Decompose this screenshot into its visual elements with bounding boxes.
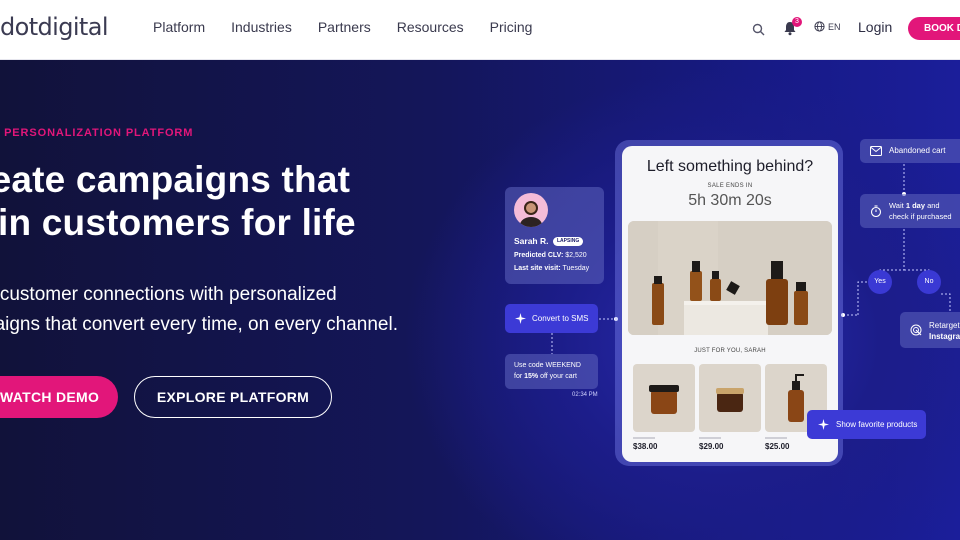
nav-link-pricing[interactable]: Pricing xyxy=(490,19,533,35)
mail-icon xyxy=(870,146,882,156)
target-icon xyxy=(910,324,922,336)
code-line-2: for 15% off your cart xyxy=(514,373,577,380)
sparkle-icon xyxy=(515,313,526,324)
book-demo-button[interactable]: BOOK D xyxy=(908,17,960,40)
sparkle-icon xyxy=(818,419,829,430)
language-selector[interactable]: EN xyxy=(814,21,841,32)
globe-icon xyxy=(814,21,825,32)
abandoned-cart-label: Abandoned cart xyxy=(889,146,946,155)
email-title: Left something behind? xyxy=(646,158,814,175)
nav-link-resources[interactable]: Resources xyxy=(397,19,464,35)
hero-headline-line-2: in customers for life xyxy=(0,202,356,243)
status-badge: LAPSING xyxy=(553,237,584,246)
retarget-line-1: Retarget xyxy=(929,321,960,330)
jar-icon xyxy=(716,388,744,412)
notification-badge: 3 xyxy=(792,17,802,27)
show-favorite-products-card: Show favorite products xyxy=(807,410,926,439)
visit-value: Tuesday xyxy=(562,265,590,272)
hero-section: ETING PERSONALIZATION PLATFORM reate cam… xyxy=(0,60,960,540)
profile-clv: Predicted CLV: $2,520 xyxy=(514,252,587,259)
countdown-timer: 5h 30m 20s xyxy=(688,192,772,209)
watch-demo-button[interactable]: WATCH DEMO xyxy=(0,376,118,418)
nav-link-platform[interactable]: Platform xyxy=(153,19,205,35)
profile-name: Sarah R. xyxy=(514,236,549,246)
sms-message-card: Use code WEEKEND for 15% off your cart xyxy=(505,354,598,389)
hero-headline-line-1: reate campaigns that xyxy=(0,159,351,200)
hero-subtext: d customer connections with personalized… xyxy=(0,280,398,340)
hero-subtext-line-1: d customer connections with personalized xyxy=(0,284,337,305)
nav-link-industries[interactable]: Industries xyxy=(231,19,292,35)
nav-link-partners[interactable]: Partners xyxy=(318,19,371,35)
rating-bar xyxy=(699,437,721,439)
abandoned-cart-step: Abandoned cart xyxy=(860,139,960,163)
visit-label: Last site visit: xyxy=(514,265,561,272)
sale-ends-label: SALE ENDS IN xyxy=(707,183,753,189)
convert-to-sms-card: Convert to SMS xyxy=(505,304,598,333)
code-line-1: Use code WEEKEND xyxy=(514,362,581,369)
hero-subtext-line-2: paigns that convert every time, on every… xyxy=(0,314,399,335)
hero-eyebrow: ETING PERSONALIZATION PLATFORM xyxy=(0,127,194,139)
language-label: EN xyxy=(828,21,841,32)
retarget-instagram-step: Retarget Instagram xyxy=(900,312,960,348)
wait-step: Wait 1 day and check if purchased xyxy=(860,194,960,228)
clv-value: $2,520 xyxy=(565,252,587,259)
customer-profile-card: Sarah R. LAPSING Predicted CLV: $2,520 L… xyxy=(505,187,604,284)
product-card[interactable] xyxy=(699,364,761,432)
just-for-you-label: JUST FOR YOU, SARAH xyxy=(694,348,766,354)
logo[interactable]: dotdigital xyxy=(0,13,109,41)
yes-branch: Yes xyxy=(868,270,892,294)
message-time: 02:34 PM xyxy=(572,392,598,398)
rating-bar xyxy=(765,437,787,439)
retarget-line-2: Instagram xyxy=(929,332,960,341)
wait-line-2: check if purchased xyxy=(889,212,952,221)
phone-mockup: Left something behind? SALE ENDS IN 5h 3… xyxy=(622,146,838,462)
avatar xyxy=(514,193,548,227)
explore-platform-button[interactable]: EXPLORE PLATFORM xyxy=(134,376,332,418)
rating-bar xyxy=(633,437,655,439)
favorite-label: Show favorite products xyxy=(836,420,918,429)
wait-line-1: Wait 1 day and xyxy=(889,201,940,210)
sms-label: Convert to SMS xyxy=(532,314,589,323)
top-nav: dotdigital Platform Industries Partners … xyxy=(0,0,960,60)
profile-last-visit: Last site visit: Tuesday xyxy=(514,265,589,272)
clv-label: Predicted CLV: xyxy=(514,252,564,259)
jar-icon xyxy=(649,385,679,414)
product-price: $25.00 xyxy=(765,442,790,451)
stopwatch-icon xyxy=(870,205,882,217)
nav-links: Platform Industries Partners Resources P… xyxy=(153,19,558,35)
search-icon[interactable] xyxy=(752,23,765,36)
product-hero-image xyxy=(628,221,832,335)
hero-headline: reate campaigns that in customers for li… xyxy=(0,158,356,244)
product-price: $29.00 xyxy=(699,442,724,451)
no-branch: No xyxy=(917,270,941,294)
product-price: $38.00 xyxy=(633,442,658,451)
product-card[interactable] xyxy=(633,364,695,432)
login-link[interactable]: Login xyxy=(858,19,892,35)
